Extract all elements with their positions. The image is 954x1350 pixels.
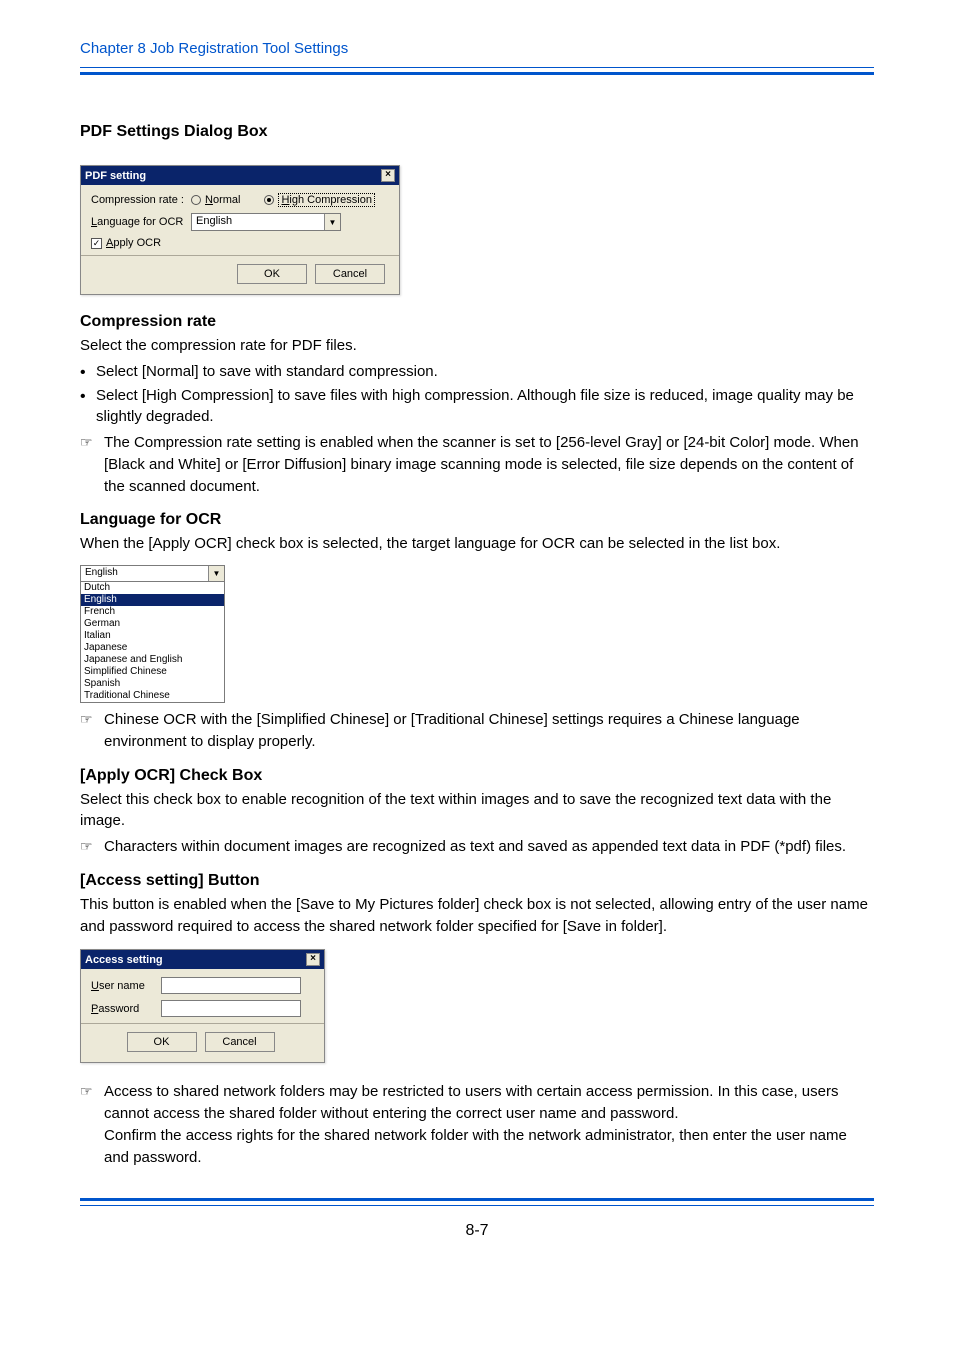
radio-high-compression[interactable]: High Compression [264, 193, 375, 207]
header-rule-thin [80, 67, 874, 68]
close-icon[interactable]: × [306, 953, 320, 966]
password-label: Password [91, 1003, 161, 1015]
chevron-down-icon[interactable]: ▼ [324, 214, 340, 230]
access-note-1: Access to shared network folders may be … [80, 1081, 874, 1168]
language-listbox: English ▼ DutchEnglishFrenchGermanItalia… [80, 565, 225, 703]
language-option[interactable]: Dutch [81, 582, 224, 594]
dialog-titlebar: PDF setting × [81, 166, 399, 185]
apply-ocr-checkbox[interactable]: ✓ Apply OCR [91, 237, 161, 249]
pdf-setting-dialog: PDF setting × Compression rate : Normal … [80, 165, 400, 295]
compression-intro: Select the compression rate for PDF file… [80, 335, 874, 357]
apply-ocr-note: Characters within document images are re… [80, 836, 874, 858]
close-icon[interactable]: × [381, 169, 395, 182]
dialog-titlebar: Access setting × [81, 950, 324, 969]
ok-button[interactable]: OK [127, 1032, 197, 1052]
language-option[interactable]: Japanese and English [81, 654, 224, 666]
radio-icon [191, 195, 201, 205]
dialog-separator [81, 1023, 324, 1024]
dialog-title-text: PDF setting [85, 170, 146, 182]
access-intro: This button is enabled when the [Save to… [80, 894, 874, 938]
username-label: User name [91, 980, 161, 992]
cancel-button[interactable]: Cancel [205, 1032, 275, 1052]
apply-ocr-heading: [Apply OCR] Check Box [80, 767, 874, 785]
username-input[interactable] [161, 977, 301, 994]
chapter-header: Chapter 8 Job Registration Tool Settings [0, 40, 954, 67]
language-heading: Language for OCR [80, 511, 874, 529]
language-option[interactable]: Japanese [81, 642, 224, 654]
dialog-title-text: Access setting [85, 954, 163, 966]
language-option[interactable]: French [81, 606, 224, 618]
header-rule-thick [80, 72, 874, 75]
chevron-down-icon[interactable]: ▼ [208, 566, 224, 581]
language-option[interactable]: Simplified Chinese [81, 666, 224, 678]
language-combo[interactable]: English ▼ [191, 213, 341, 231]
language-option[interactable]: English [81, 594, 224, 606]
cancel-button[interactable]: Cancel [315, 264, 385, 284]
apply-ocr-label: Apply OCR [106, 237, 161, 249]
radio-high-label: High Compression [278, 193, 375, 207]
language-option[interactable]: Italian [81, 630, 224, 642]
ok-button[interactable]: OK [237, 264, 307, 284]
language-combo-value: English [192, 214, 324, 230]
language-note: Chinese OCR with the [Simplified Chinese… [80, 709, 874, 753]
language-intro: When the [Apply OCR] check box is select… [80, 533, 874, 555]
language-option[interactable]: German [81, 618, 224, 630]
compression-heading: Compression rate [80, 313, 874, 331]
page-number: 8-7 [0, 1222, 954, 1240]
language-option[interactable]: Traditional Chinese [81, 690, 224, 702]
language-listbox-value: English [81, 566, 208, 581]
language-for-ocr-label: Language for OCR [91, 216, 191, 228]
radio-normal[interactable]: Normal [191, 194, 240, 206]
compression-rate-label: Compression rate : [91, 194, 191, 206]
dialog-separator [81, 255, 399, 256]
language-option[interactable]: Spanish [81, 678, 224, 690]
access-heading: [Access setting] Button [80, 872, 874, 890]
list-item: Select [Normal] to save with standard co… [80, 361, 874, 383]
apply-ocr-intro: Select this check box to enable recognit… [80, 789, 874, 833]
language-listbox-combo[interactable]: English ▼ [80, 565, 225, 582]
password-input[interactable] [161, 1000, 301, 1017]
checkbox-icon: ✓ [91, 238, 102, 249]
footer-rule-thick [80, 1198, 874, 1201]
radio-normal-label: Normal [205, 194, 240, 206]
footer-rule-thin [80, 1205, 874, 1206]
section-title: PDF Settings Dialog Box [80, 123, 874, 141]
compression-note: The Compression rate setting is enabled … [80, 432, 874, 497]
access-setting-dialog: Access setting × User name Password OK C… [80, 949, 325, 1063]
list-item: Select [High Compression] to save files … [80, 385, 874, 429]
radio-icon [264, 195, 274, 205]
